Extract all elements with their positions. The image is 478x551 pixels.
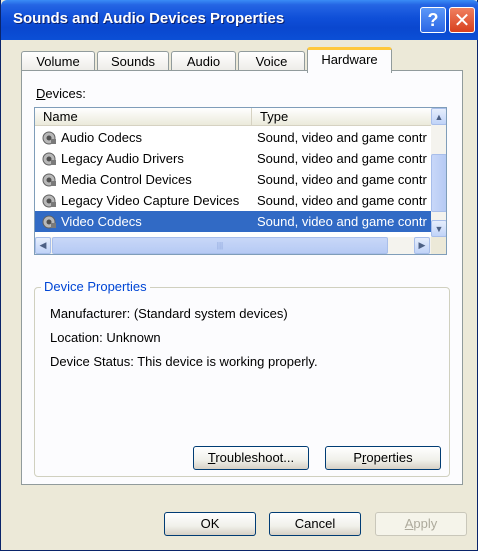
grip-icon: ||| [216,241,224,250]
tab-sounds[interactable]: Sounds [97,51,169,72]
close-button[interactable]: ✕ [449,7,475,33]
speaker-icon [42,194,56,208]
location-text: Location: Unknown [50,330,161,345]
column-header-name[interactable]: Name [35,108,252,126]
tab-voice[interactable]: Voice [238,51,305,72]
ok-button[interactable]: OK [164,512,256,536]
tab-volume[interactable]: Volume [21,51,95,72]
group-title: Device Properties [41,279,150,294]
title-bar[interactable]: Sounds and Audio Devices Properties ? ✕ [1,0,478,40]
list-item-selected[interactable]: Video Codecs Sound, video and game contr [35,211,431,232]
list-rows: Audio Codecs Sound, video and game contr… [35,127,431,232]
list-header: Name Type [35,108,431,126]
vertical-scrollbar[interactable]: ▲ ▼ [431,108,446,237]
window-title: Sounds and Audio Devices Properties [13,10,285,27]
list-item[interactable]: Legacy Video Capture Devices Sound, vide… [35,190,431,211]
hardware-tab-panel: Devices: Name Type Audio Codecs Sound, v… [21,70,463,485]
device-properties-group: Device Properties Manufacturer: (Standar… [34,279,450,477]
device-status-text: Device Status: This device is working pr… [50,354,318,369]
close-icon: ✕ [453,9,471,32]
scroll-left-button[interactable]: ◀ [35,237,51,254]
help-icon: ? [427,9,439,30]
scroll-right-button[interactable]: ▶ [414,237,430,254]
horizontal-scrollbar[interactable]: ◀ ||| ▶ [35,237,431,254]
chevron-up-icon: ▲ [434,111,444,122]
cancel-button[interactable]: Cancel [269,512,361,536]
properties-dialog: Sounds and Audio Devices Properties ? ✕ … [0,0,478,551]
vertical-scroll-thumb[interactable] [431,154,446,212]
tab-hardware[interactable]: Hardware [307,47,392,73]
devices-list[interactable]: Name Type Audio Codecs Sound, video and … [34,107,447,255]
horizontal-scroll-thumb[interactable]: ||| [52,237,388,254]
scroll-down-button[interactable]: ▼ [431,220,446,237]
speaker-icon [42,152,56,166]
column-header-type[interactable]: Type [252,108,431,126]
apply-button[interactable]: Apply [375,512,467,536]
scroll-up-button[interactable]: ▲ [431,108,446,125]
help-button[interactable]: ? [420,7,446,33]
chevron-left-icon: ◀ [39,240,47,250]
troubleshoot-button[interactable]: Troubleshoot... [193,446,309,470]
speaker-icon [42,131,56,145]
speaker-icon [42,215,56,229]
speaker-icon [42,173,56,187]
tab-audio[interactable]: Audio [171,51,236,72]
chevron-down-icon: ▼ [434,223,444,234]
properties-button[interactable]: Properties [325,446,441,470]
scrollbar-corner [431,237,446,254]
list-item[interactable]: Media Control Devices Sound, video and g… [35,169,431,190]
manufacturer-text: Manufacturer: (Standard system devices) [50,306,288,321]
list-item[interactable]: Audio Codecs Sound, video and game contr [35,127,431,148]
devices-label: Devices: [36,86,86,101]
list-item[interactable]: Legacy Audio Drivers Sound, video and ga… [35,148,431,169]
chevron-right-icon: ▶ [418,240,426,250]
